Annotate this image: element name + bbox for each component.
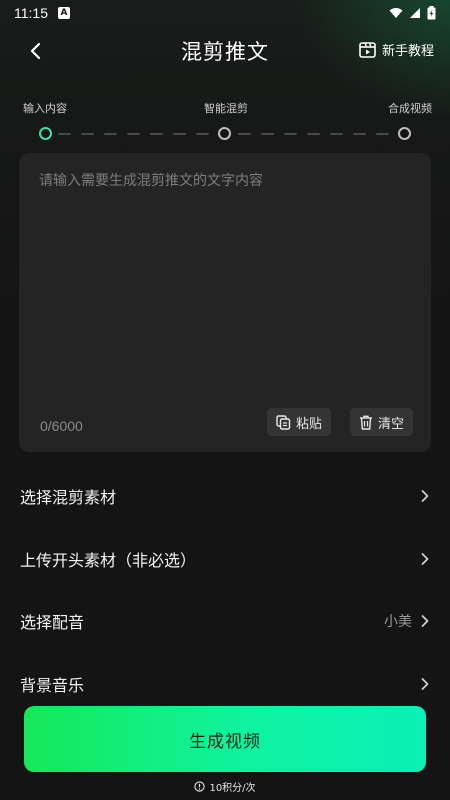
- step-dash: [127, 133, 140, 135]
- signal-icon: [410, 8, 420, 18]
- tutorial-label: 新手教程: [381, 44, 434, 59]
- status-time: 11:15: [14, 5, 48, 21]
- notification-icon: A: [58, 7, 70, 19]
- step-dash: [307, 133, 320, 135]
- wifi-icon: [389, 8, 403, 18]
- option-row-select-material[interactable]: 选择混剪素材: [0, 476, 450, 516]
- info-icon: [194, 781, 206, 792]
- step-dash: [330, 133, 343, 135]
- cost-label: 10积分/次: [209, 783, 256, 794]
- cost-note: 10积分/次: [0, 779, 450, 794]
- step-label-compose: 合成视频: [388, 102, 432, 115]
- step-dash: [196, 133, 209, 135]
- step-label-mix: 智能混剪: [204, 102, 248, 115]
- battery-icon: [427, 6, 436, 20]
- paste-button[interactable]: 粘贴: [267, 408, 332, 436]
- tutorial-video-icon: [359, 42, 376, 58]
- option-row-voiceover[interactable]: 选择配音 小美: [0, 601, 450, 641]
- generate-label: 生成视频: [189, 731, 261, 752]
- step-dash: [173, 133, 186, 135]
- content-textarea[interactable]: 请输入需要生成混剪推文的文字内容: [39, 171, 411, 391]
- step-dash: [238, 133, 251, 135]
- option-label: 选择混剪素材: [20, 488, 117, 507]
- trash-icon: [360, 415, 372, 430]
- paste-label: 粘贴: [296, 416, 323, 432]
- header: 混剪推文 新手教程: [0, 26, 450, 76]
- step-progress-track: [0, 125, 450, 143]
- step-dash: [58, 133, 71, 135]
- option-label: 选择配音: [20, 613, 85, 632]
- chevron-right-icon: [421, 553, 429, 565]
- step-dash: [376, 133, 389, 135]
- step-dash: [261, 133, 274, 135]
- tutorial-button[interactable]: 新手教程: [359, 40, 434, 59]
- option-label: 上传开头素材（非必选）: [20, 551, 197, 570]
- step-dot-input: [39, 127, 52, 140]
- generate-video-button[interactable]: 生成视频: [24, 706, 426, 772]
- step-dash: [81, 133, 94, 135]
- voiceover-value: 小美: [384, 614, 412, 630]
- step-labels: 输入内容 智能混剪 合成视频: [0, 100, 450, 116]
- chevron-right-icon: [421, 615, 429, 627]
- status-icons: [389, 6, 436, 20]
- chevron-right-icon: [421, 678, 429, 690]
- step-dash: [104, 133, 117, 135]
- step-dot-mix: [218, 127, 231, 140]
- option-row-upload-intro[interactable]: 上传开头素材（非必选）: [0, 539, 450, 579]
- chevron-right-icon: [421, 490, 429, 502]
- paste-icon: [276, 414, 291, 430]
- step-dash: [150, 133, 163, 135]
- step-dot-compose: [398, 127, 411, 140]
- step-dash: [284, 133, 297, 135]
- char-counter: 0/6000: [40, 418, 83, 434]
- status-bar: 11:15 A: [0, 0, 450, 26]
- step-label-input: 输入内容: [23, 102, 67, 115]
- step-dash: [353, 133, 366, 135]
- text-input-card: 请输入需要生成混剪推文的文字内容 0/6000 粘贴 清空: [19, 153, 431, 452]
- clear-label: 清空: [378, 416, 405, 432]
- clear-button[interactable]: 清空: [350, 408, 414, 436]
